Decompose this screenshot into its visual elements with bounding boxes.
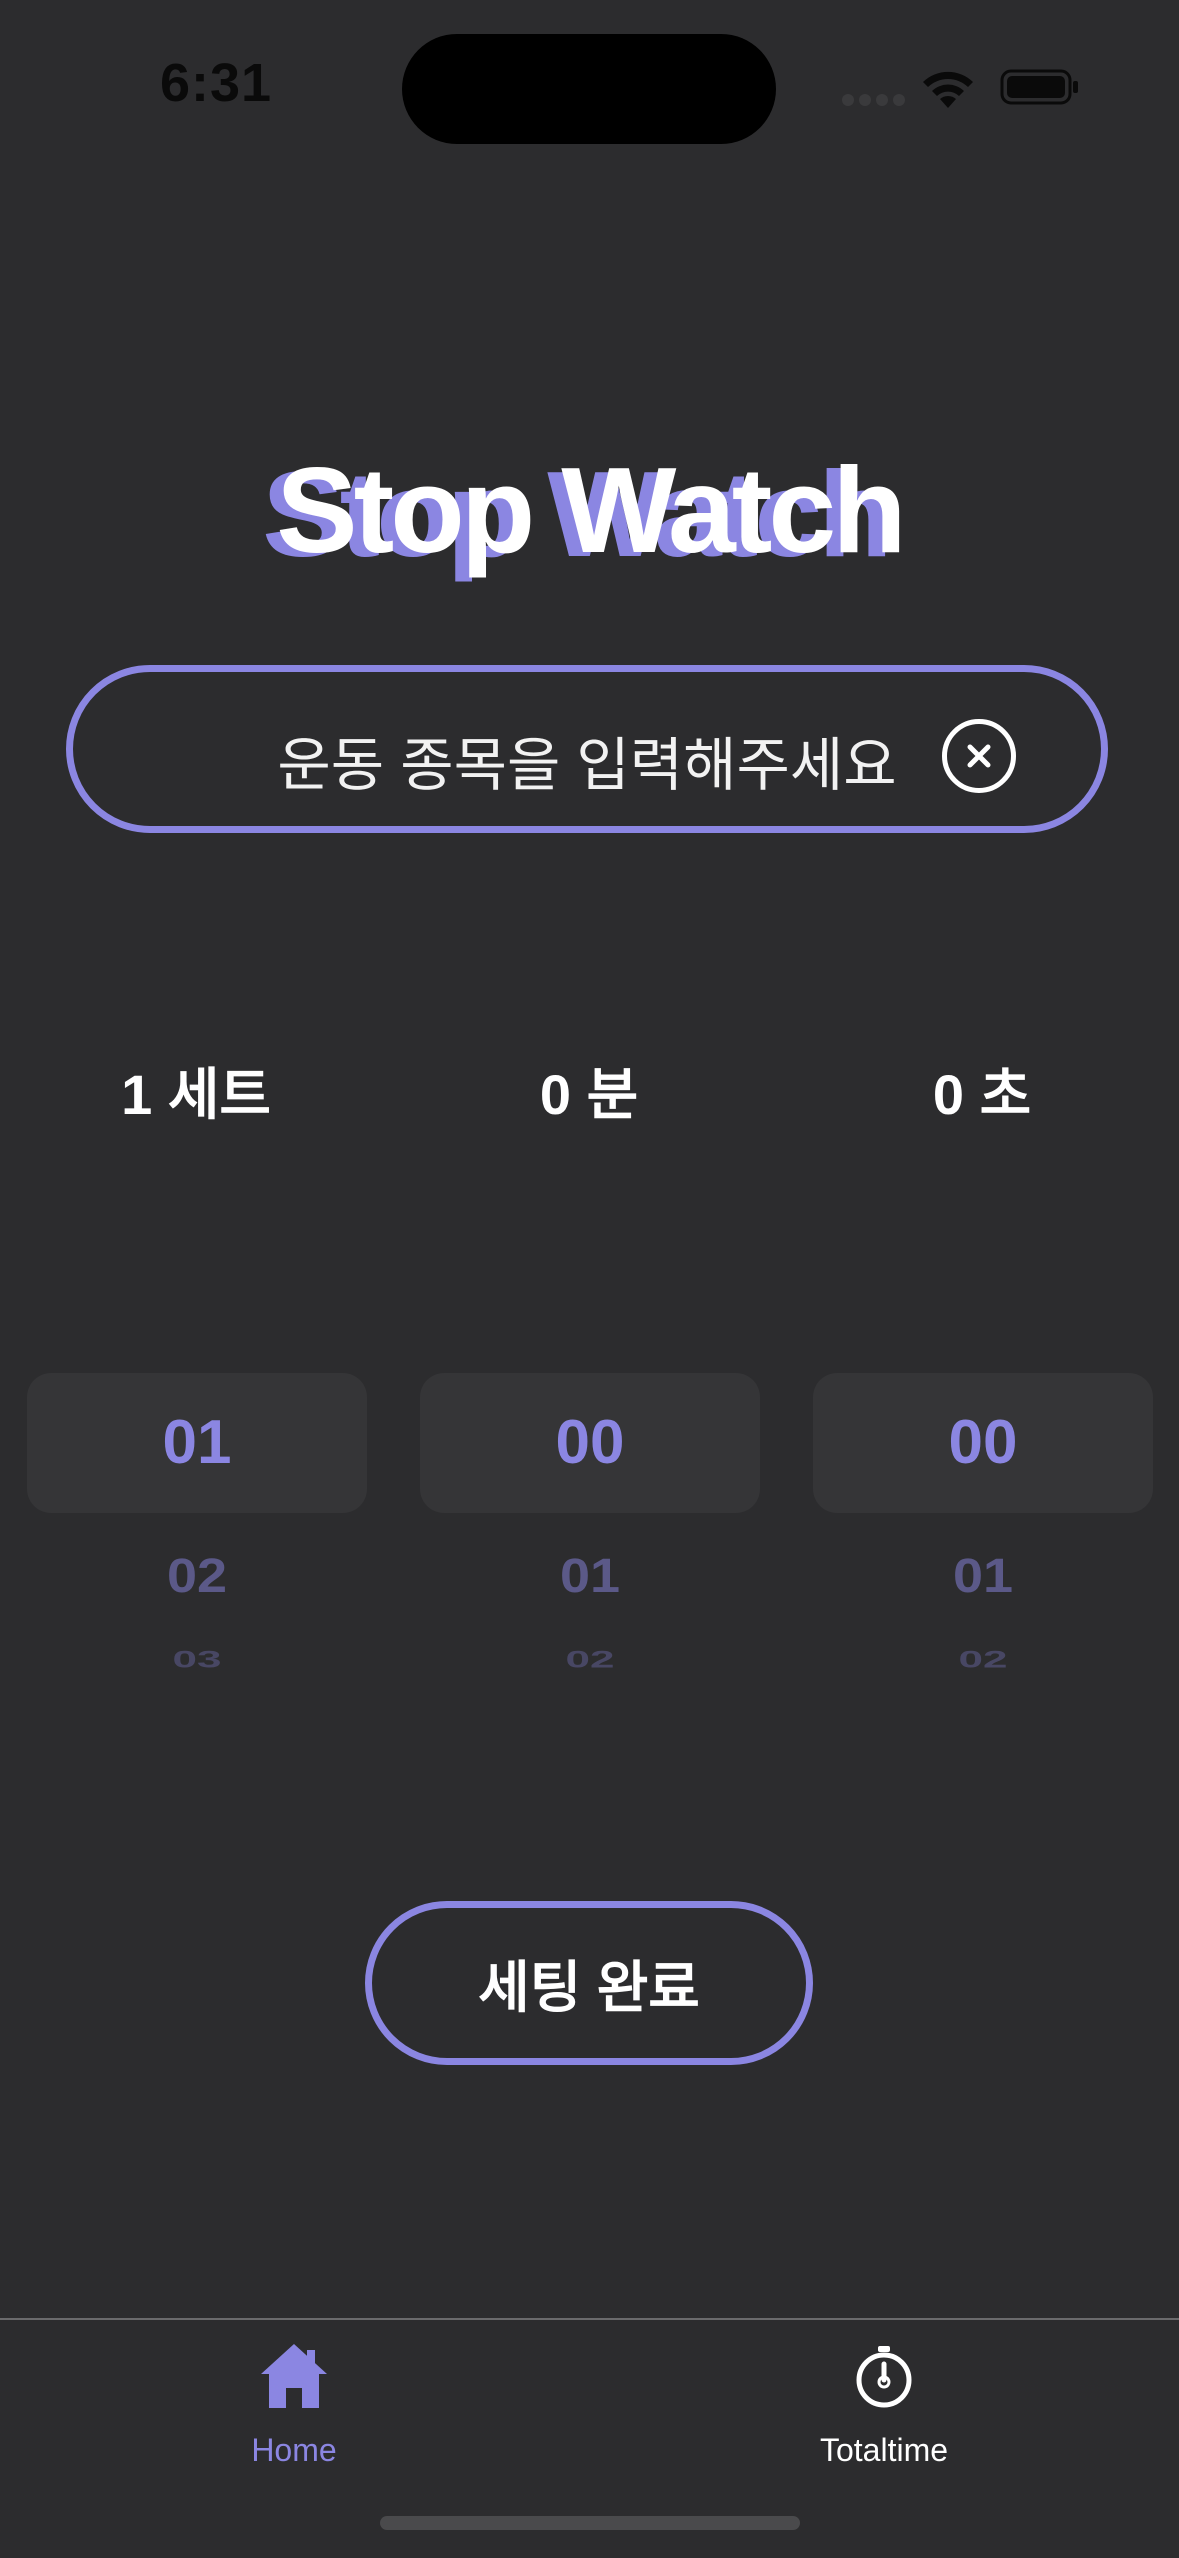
- exercise-name-input[interactable]: 운동 종목을 입력해주세요: [66, 665, 1108, 833]
- picker-item[interactable]: 01: [420, 1548, 760, 1604]
- clear-input-button[interactable]: [942, 719, 1016, 793]
- sets-label: 1 세트: [121, 1063, 271, 1126]
- close-icon: [967, 744, 991, 768]
- sets-picker[interactable]: 01 02 03: [27, 1373, 367, 1673]
- picker-item[interactable]: 02: [420, 1646, 760, 1674]
- picker-item[interactable]: 01: [813, 1548, 1153, 1604]
- picker-item[interactable]: 02: [813, 1646, 1153, 1674]
- cellular-signal-icon: [842, 94, 906, 108]
- picker-item-selected[interactable]: 01: [27, 1407, 367, 1478]
- setting-complete-button[interactable]: 세팅 완료: [365, 1901, 813, 2065]
- minutes-label: 0 분: [539, 1063, 639, 1126]
- seconds-label: 0 초: [932, 1063, 1032, 1126]
- picker-item-selected[interactable]: 00: [813, 1407, 1153, 1478]
- tab-totaltime-label: Totaltime: [819, 2432, 949, 2468]
- tab-home[interactable]: Home: [144, 2320, 444, 2480]
- picker-item-selected[interactable]: 00: [420, 1407, 760, 1478]
- battery-icon: [1000, 69, 1078, 105]
- house-icon: [261, 2344, 327, 2408]
- stopwatch-icon: [856, 2346, 912, 2408]
- status-time: 6:31: [160, 53, 273, 113]
- picker-item[interactable]: 03: [27, 1646, 367, 1674]
- page-title: Stop Watch Stop Watch: [0, 440, 1179, 582]
- minutes-picker[interactable]: 00 01 02: [420, 1373, 760, 1673]
- tab-home-label: Home: [251, 2432, 337, 2468]
- home-indicator: [380, 2516, 800, 2530]
- dynamic-island: [402, 34, 776, 144]
- picker-item[interactable]: 02: [27, 1548, 367, 1604]
- wifi-icon: [923, 71, 973, 108]
- tab-totaltime[interactable]: Totaltime: [734, 2320, 1034, 2480]
- title-text: Stop Watch: [276, 442, 906, 578]
- seconds-picker[interactable]: 00 01 02: [813, 1373, 1153, 1673]
